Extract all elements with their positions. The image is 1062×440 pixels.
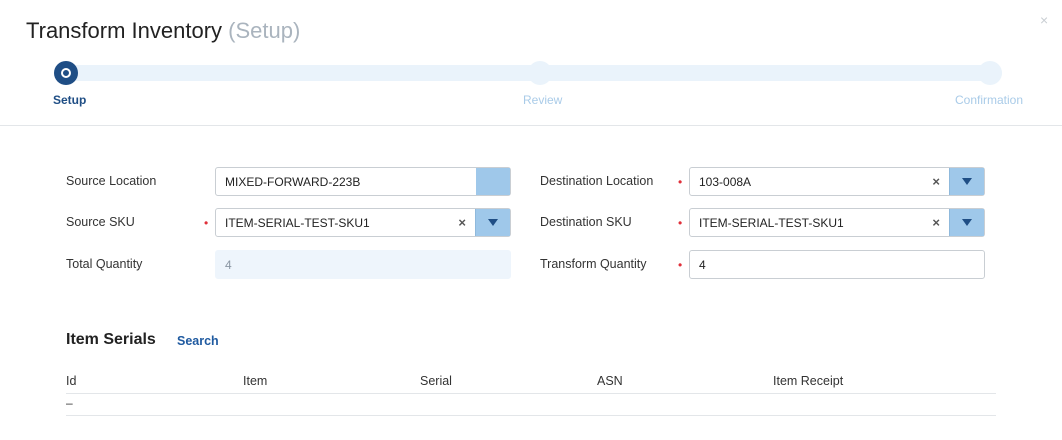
destination-sku-required-marker: • [678, 216, 683, 230]
chevron-down-icon [488, 219, 498, 226]
step-label-review: Review [523, 93, 563, 107]
source-sku-select[interactable]: ITEM-SERIAL-TEST-SKU1 × [215, 208, 511, 237]
step-dot-review [528, 61, 552, 85]
item-serials-title: Item Serials [66, 331, 156, 348]
table-row: – [66, 396, 73, 410]
source-location-button[interactable] [476, 168, 510, 195]
destination-sku-dropdown-button[interactable] [949, 209, 984, 236]
dialog-title-state: (Setup) [228, 18, 301, 43]
destination-location-value: 103-008A [699, 175, 752, 189]
destination-location-required-marker: • [678, 175, 683, 189]
source-sku-label: Source SKU [66, 215, 135, 229]
destination-location-dropdown-button[interactable] [949, 168, 984, 195]
total-quantity-value: 4 [225, 258, 232, 272]
step-dot-confirmation [978, 61, 1002, 85]
source-location-label: Source Location [66, 174, 157, 188]
chevron-down-icon [962, 219, 972, 226]
destination-location-select[interactable]: 103-008A × [689, 167, 985, 196]
table-header-divider [66, 393, 996, 394]
source-sku-value: ITEM-SERIAL-TEST-SKU1 [225, 216, 370, 230]
column-header-item[interactable]: Item [243, 374, 267, 388]
total-quantity-field: 4 [215, 250, 511, 279]
destination-location-label: Destination Location [540, 174, 654, 188]
chevron-down-icon [962, 178, 972, 185]
source-sku-clear-icon[interactable]: × [458, 215, 466, 230]
destination-sku-select[interactable]: ITEM-SERIAL-TEST-SKU1 × [689, 208, 985, 237]
step-label-setup: Setup [53, 93, 87, 107]
dialog-title-text: Transform Inventory [26, 18, 223, 43]
source-location-field[interactable]: MIXED-FORWARD-223B [215, 167, 511, 196]
header-divider [0, 125, 1062, 126]
transform-quantity-label: Transform Quantity [540, 257, 647, 271]
source-location-value: MIXED-FORWARD-223B [225, 175, 361, 189]
total-quantity-label: Total Quantity [66, 257, 143, 271]
step-dot-setup [54, 61, 78, 85]
source-sku-dropdown-button[interactable] [475, 209, 510, 236]
destination-sku-value: ITEM-SERIAL-TEST-SKU1 [699, 216, 844, 230]
item-serials-search-link[interactable]: Search [177, 334, 219, 348]
column-header-item-receipt[interactable]: Item Receipt [773, 374, 843, 388]
column-header-asn[interactable]: ASN [597, 374, 623, 388]
column-header-serial[interactable]: Serial [420, 374, 452, 388]
table-row-divider [66, 415, 996, 416]
close-icon[interactable]: × [1040, 12, 1048, 28]
dialog-title: Transform Inventory (Setup) [26, 18, 300, 44]
transform-quantity-input[interactable]: 4 [689, 250, 985, 279]
destination-sku-label: Destination SKU [540, 215, 632, 229]
destination-location-clear-icon[interactable]: × [932, 174, 940, 189]
destination-sku-clear-icon[interactable]: × [932, 215, 940, 230]
transform-quantity-required-marker: • [678, 258, 683, 272]
transform-quantity-value: 4 [699, 258, 706, 272]
source-sku-required-marker: • [204, 216, 209, 230]
column-header-id[interactable]: Id [66, 374, 76, 388]
step-label-confirmation: Confirmation [955, 93, 1024, 107]
